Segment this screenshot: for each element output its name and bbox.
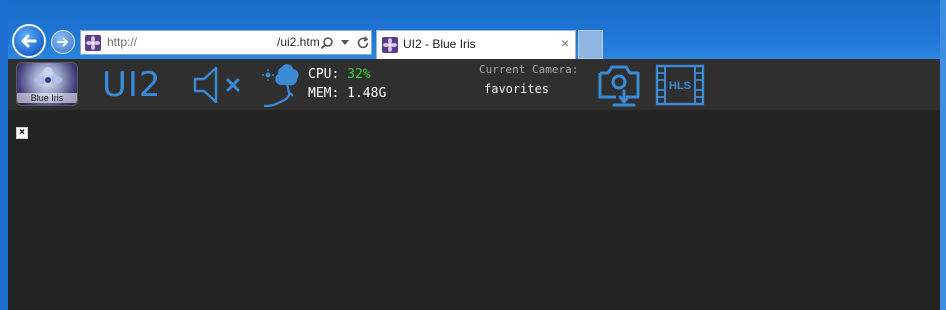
tab-close-button[interactable]: × bbox=[561, 35, 569, 51]
forward-arrow-icon bbox=[57, 37, 68, 47]
address-suffix: /ui2.htm bbox=[277, 35, 320, 49]
mem-label: MEM: bbox=[308, 86, 340, 101]
system-stats: CPU: 32% MEM: 1.48G bbox=[308, 65, 386, 103]
logo-label: Blue Iris bbox=[17, 93, 77, 103]
current-camera-value[interactable]: favorites bbox=[484, 82, 549, 96]
current-camera-label: Current Camera: bbox=[479, 63, 579, 76]
tab-blue-iris[interactable]: UI2 - Blue Iris × bbox=[376, 30, 576, 59]
speaker-muted-icon[interactable] bbox=[191, 64, 247, 106]
address-tools bbox=[317, 34, 373, 52]
broken-image-icon: × bbox=[16, 127, 28, 139]
back-arrow-icon bbox=[21, 34, 37, 48]
cpu-label: CPU: bbox=[308, 67, 340, 82]
address-prefix: http:// bbox=[107, 35, 138, 49]
window-frame-left bbox=[0, 0, 8, 310]
app-area: Blue Iris UI2 CPU: 32% MEM: 1.48G Curren… bbox=[8, 59, 940, 310]
address-redaction bbox=[139, 34, 275, 50]
tab-title: UI2 - Blue Iris bbox=[403, 37, 476, 51]
hls-label: HLS bbox=[669, 80, 691, 92]
window-frame-right bbox=[940, 0, 946, 310]
cloud-weather-icon[interactable] bbox=[260, 61, 306, 109]
camera-download-icon[interactable] bbox=[596, 61, 646, 109]
search-icon[interactable] bbox=[320, 36, 334, 50]
forward-button[interactable] bbox=[51, 30, 75, 54]
broken-image-glyph: × bbox=[19, 127, 25, 138]
blue-iris-logo[interactable]: Blue Iris bbox=[16, 62, 78, 106]
iris-flower-icon bbox=[34, 67, 62, 84]
hls-film-icon[interactable]: HLS bbox=[654, 64, 706, 106]
ui2-title: UI2 bbox=[102, 65, 162, 105]
ui2-toolbar: Blue Iris UI2 CPU: 32% MEM: 1.48G Curren… bbox=[8, 59, 940, 110]
site-favicon bbox=[382, 37, 398, 53]
mem-value: 1.48G bbox=[347, 86, 387, 101]
dropdown-icon[interactable] bbox=[340, 40, 349, 46]
address-bar[interactable]: http:// /ui2.htm bbox=[80, 30, 372, 55]
new-tab-button[interactable] bbox=[578, 30, 603, 59]
mem-row: MEM: 1.48G bbox=[308, 84, 386, 103]
refresh-icon[interactable] bbox=[356, 36, 370, 50]
cpu-row: CPU: 32% bbox=[308, 65, 386, 84]
site-favicon bbox=[85, 35, 101, 51]
cpu-value: 32% bbox=[347, 67, 371, 82]
back-button[interactable] bbox=[12, 24, 46, 58]
